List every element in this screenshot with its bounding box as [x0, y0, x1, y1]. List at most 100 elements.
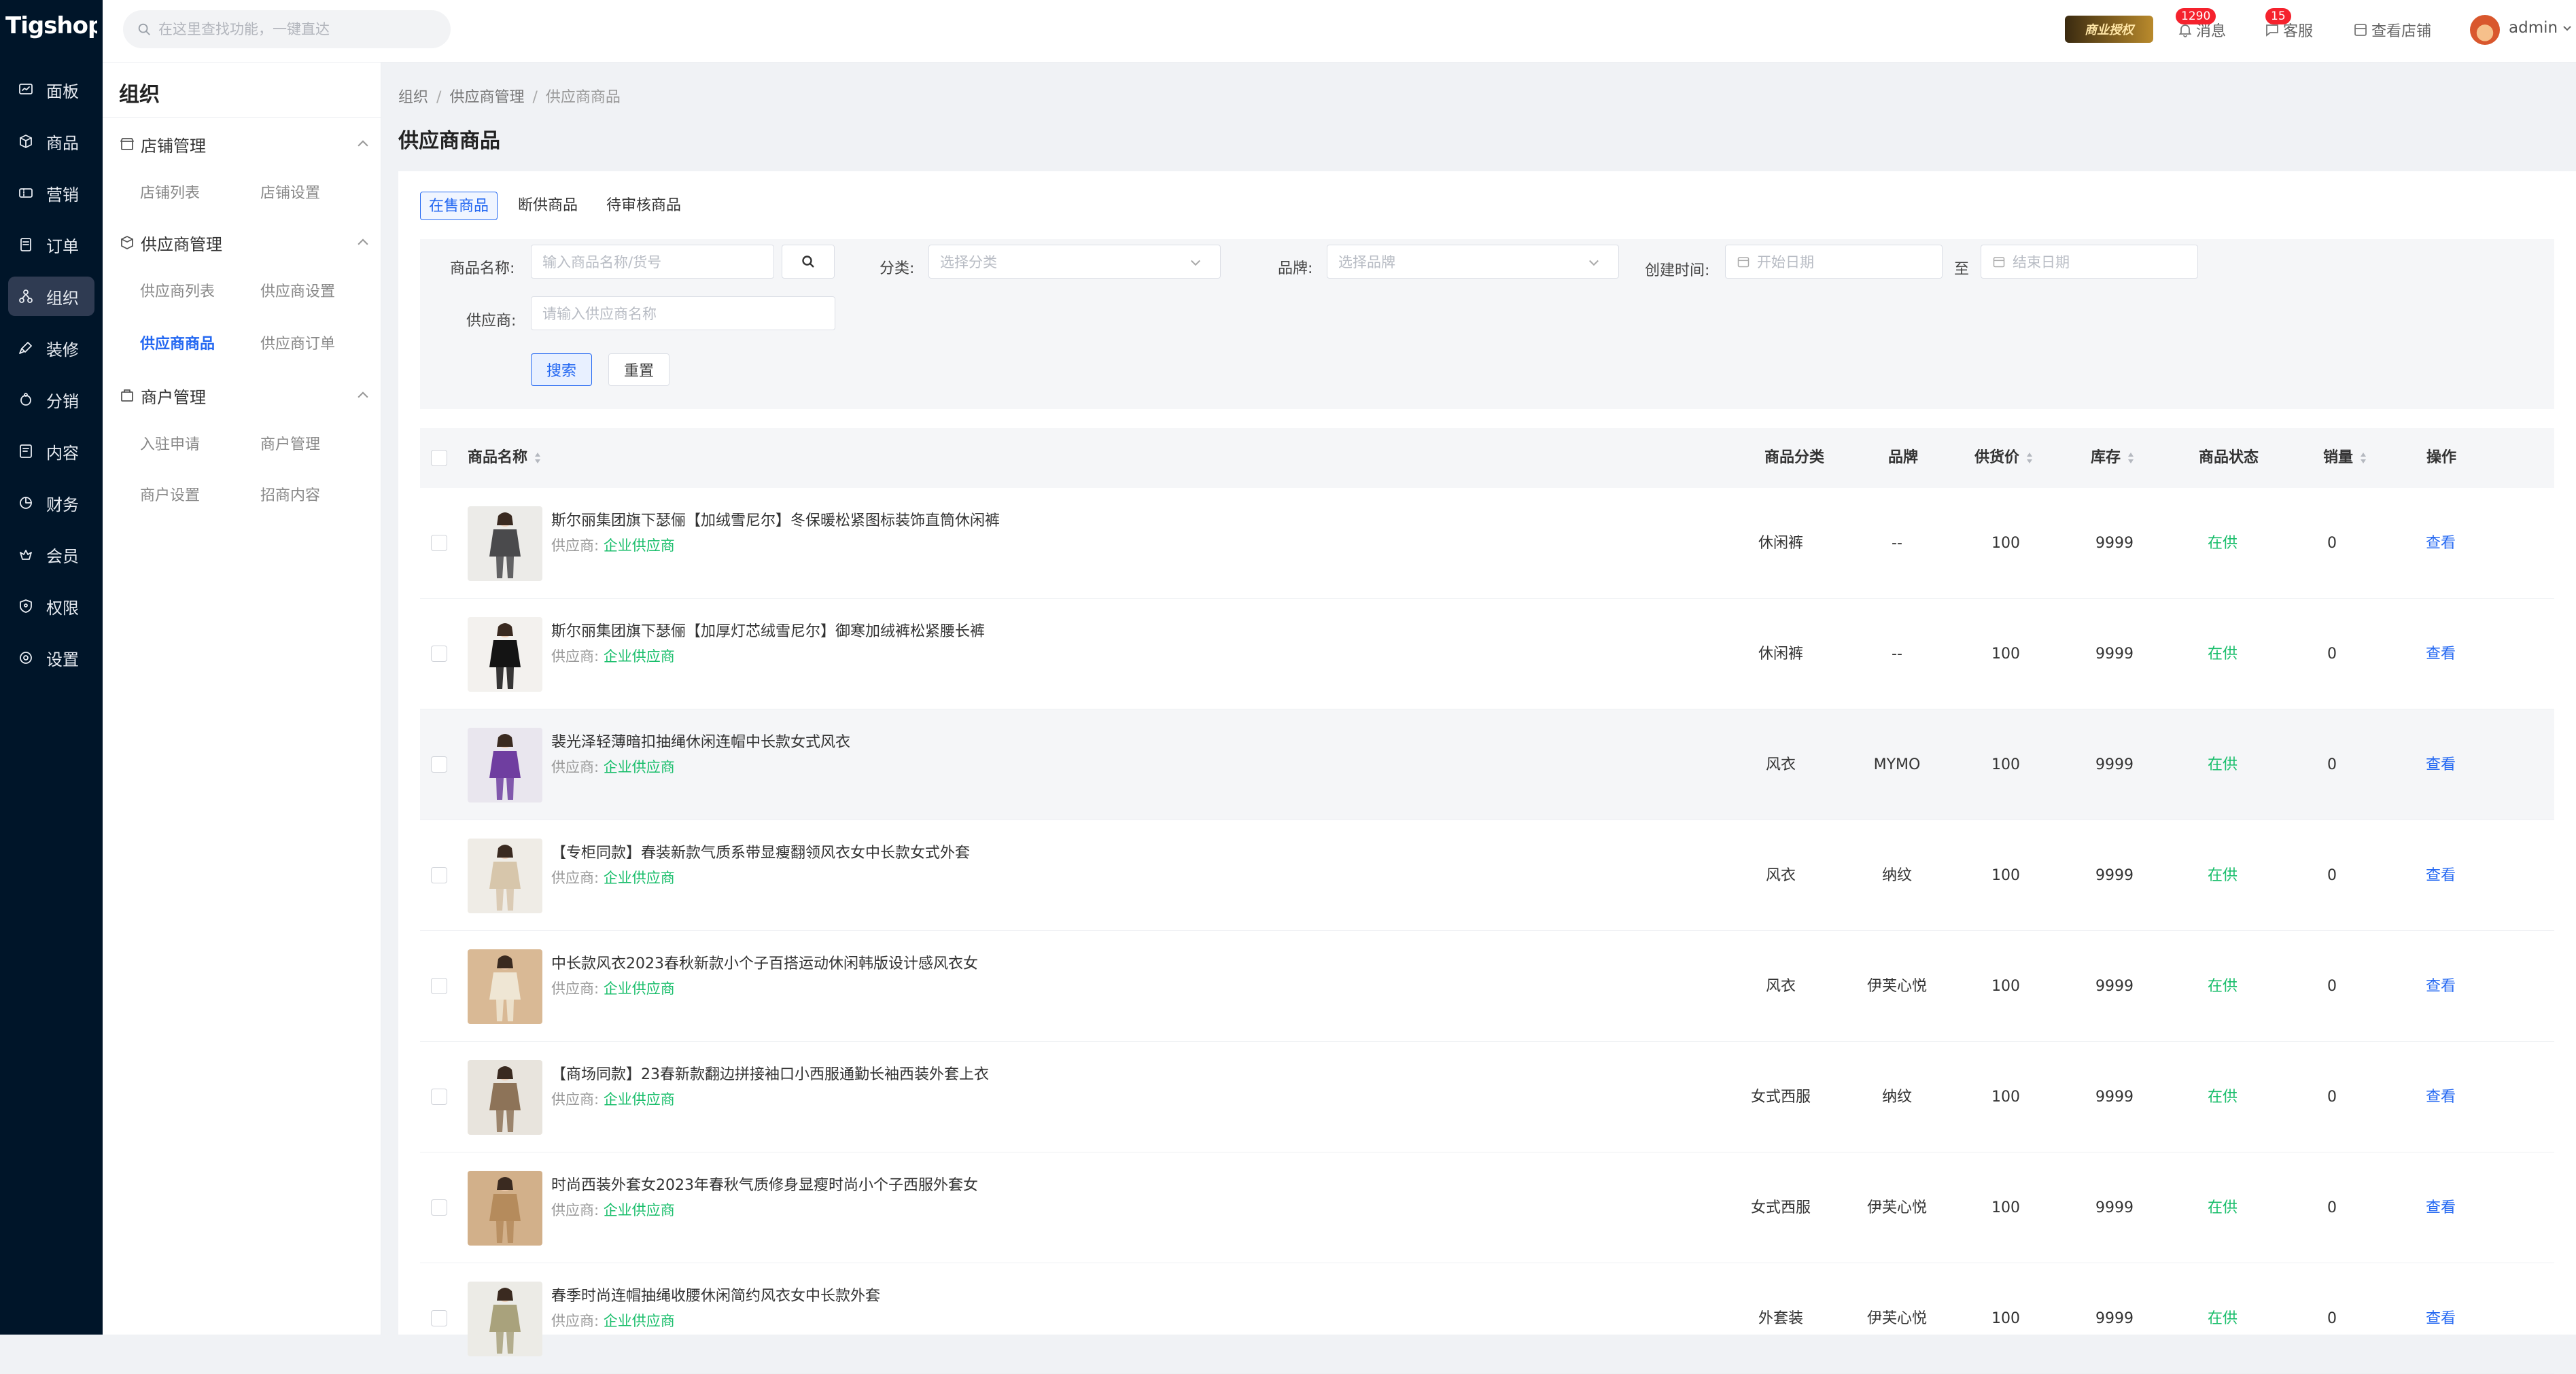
nav-item[interactable]: 内容: [8, 431, 94, 471]
cell-action[interactable]: 查看: [2386, 599, 2495, 709]
nav-item[interactable]: 财务: [8, 483, 94, 523]
breadcrumb-item[interactable]: 组织: [398, 89, 428, 106]
nav-item[interactable]: 分销: [8, 380, 94, 419]
product-name[interactable]: 【专柜同款】春装新款气质系带显瘦翻领风衣女中长款女式外套: [551, 841, 970, 862]
supplier-name[interactable]: 企业供应商: [604, 648, 675, 665]
nav-item[interactable]: 会员: [8, 535, 94, 574]
row-checkbox[interactable]: [431, 535, 447, 551]
cell-stock: 9999: [2095, 867, 2134, 884]
submenu-link[interactable]: 店铺设置: [260, 181, 320, 202]
row-checkbox[interactable]: [431, 646, 447, 662]
brand-select[interactable]: 选择品牌: [1327, 245, 1619, 279]
submenu-link[interactable]: 供应商订单: [260, 332, 335, 353]
user-menu[interactable]: admin: [2509, 19, 2573, 37]
product-name[interactable]: 春季时尚连帽抽绳收腰休闲简约风衣女中长款外套: [551, 1284, 880, 1305]
table-row: 斯尔丽集团旗下瑟俪【加绒雪尼尔】冬保暖松紧图标装饰直筒休闲裤供应商: 企业供应商…: [420, 488, 2554, 599]
breadcrumb-item[interactable]: 供应商管理: [449, 89, 524, 106]
cell-sales: 0: [2327, 756, 2337, 773]
submenu-link[interactable]: 供应商商品: [140, 332, 215, 353]
submenu-group-header[interactable]: 供应商管理: [119, 229, 370, 256]
product-name[interactable]: 时尚西装外套女2023年春秋气质修身显瘦时尚小个子西服外套女: [551, 1173, 978, 1195]
nav-item[interactable]: 面板: [8, 70, 94, 109]
product-name[interactable]: 斯尔丽集团旗下瑟俪【加绒雪尼尔】冬保暖松紧图标装饰直筒休闲裤: [551, 508, 1000, 530]
product-image[interactable]: [468, 506, 542, 581]
cell-action[interactable]: 查看: [2386, 820, 2495, 931]
select-all-checkbox[interactable]: [431, 450, 447, 466]
cell-sales: 0: [2327, 646, 2337, 663]
cell-action[interactable]: 查看: [2386, 931, 2495, 1042]
cell-price: 100: [1991, 867, 2020, 884]
row-checkbox[interactable]: [431, 756, 447, 773]
end-date-input[interactable]: 结束日期: [1981, 245, 2198, 279]
supplier-name[interactable]: 企业供应商: [604, 870, 675, 886]
global-search-input[interactable]: [158, 21, 444, 37]
supplier-input[interactable]: 请输入供应商名称: [531, 296, 835, 330]
nav-item[interactable]: 订单: [8, 225, 94, 264]
product-image[interactable]: [468, 1171, 542, 1246]
product-image[interactable]: [468, 1282, 542, 1356]
column-header-name[interactable]: 商品名称: [468, 428, 542, 488]
cell-action[interactable]: 查看: [2386, 1042, 2495, 1152]
column-header-stock[interactable]: 库存: [2091, 428, 2136, 488]
category-select[interactable]: 选择分类: [928, 245, 1221, 279]
start-date-input[interactable]: 开始日期: [1725, 245, 1943, 279]
cell-stock: 9999: [2095, 1310, 2134, 1327]
cell-action[interactable]: 查看: [2386, 1263, 2495, 1374]
supplier-prefix: 供应商:: [551, 538, 599, 554]
submenu-link[interactable]: 招商内容: [260, 483, 320, 505]
submenu-link[interactable]: 供应商设置: [260, 279, 335, 301]
nav-item[interactable]: 组织: [8, 277, 94, 316]
search-button[interactable]: 搜索: [531, 353, 593, 386]
supplier-name[interactable]: 企业供应商: [604, 1202, 675, 1218]
cell-action[interactable]: 查看: [2386, 488, 2495, 599]
column-header-price[interactable]: 供货价: [1974, 428, 2034, 488]
product-image[interactable]: [468, 949, 542, 1024]
product-image[interactable]: [468, 728, 542, 803]
category-label: 分类:: [880, 260, 915, 277]
submenu-link[interactable]: 商户设置: [140, 483, 200, 505]
tigshop-logo[interactable]: Tigshop: [5, 12, 97, 45]
column-header-sales[interactable]: 销量: [2323, 428, 2368, 488]
product-name[interactable]: 中长款风衣2023春秋新款小个子百搭运动休闲韩版设计感风衣女: [551, 951, 978, 973]
product-name[interactable]: 斯尔丽集团旗下瑟俪【加厚灯芯绒雪尼尔】御寒加绒裤松紧腰长裤: [551, 619, 985, 641]
row-checkbox[interactable]: [431, 867, 447, 883]
nav-item[interactable]: 设置: [8, 638, 94, 677]
submenu-link[interactable]: 店铺列表: [140, 181, 200, 202]
product-name-input[interactable]: 输入商品名称/货号: [531, 245, 774, 279]
row-checkbox[interactable]: [431, 1199, 447, 1216]
supplier-name[interactable]: 企业供应商: [604, 759, 675, 775]
supplier-name[interactable]: 企业供应商: [604, 1091, 675, 1108]
nav-item[interactable]: 营销: [8, 173, 94, 213]
submenu-group-header[interactable]: 店铺管理: [119, 130, 370, 158]
supplier-name[interactable]: 企业供应商: [604, 981, 675, 997]
row-checkbox[interactable]: [431, 1310, 447, 1326]
cell-action[interactable]: 查看: [2386, 1152, 2495, 1263]
status-tab[interactable]: 在售商品: [420, 192, 498, 220]
product-image[interactable]: [468, 839, 542, 913]
user-avatar[interactable]: [2470, 15, 2500, 45]
global-search[interactable]: [123, 10, 451, 48]
submenu-link[interactable]: 入驻申请: [140, 432, 200, 454]
nav-item[interactable]: 装修: [8, 328, 94, 368]
product-name[interactable]: 裴光泽轻薄暗扣抽绳休闲连帽中长款女式风衣: [551, 730, 850, 752]
product-name[interactable]: 【商场同款】23春新款翻边拼接袖口小西服通勤长袖西装外套上衣: [551, 1062, 989, 1084]
nav-item[interactable]: 权限: [8, 586, 94, 626]
submenu-link[interactable]: 商户管理: [260, 432, 320, 454]
supplier-prefix: 供应商:: [551, 1091, 599, 1108]
product-image[interactable]: [468, 1060, 542, 1135]
submenu-link[interactable]: 供应商列表: [140, 279, 215, 301]
supplier-name[interactable]: 企业供应商: [604, 1313, 675, 1329]
product-search-button[interactable]: [782, 245, 835, 279]
commercial-license-badge[interactable]: 商业授权: [2065, 16, 2153, 43]
submenu-group-header[interactable]: 商户管理: [119, 382, 370, 409]
reset-button[interactable]: 重置: [608, 353, 670, 386]
row-checkbox[interactable]: [431, 978, 447, 994]
product-image[interactable]: [468, 617, 542, 692]
cell-action[interactable]: 查看: [2386, 709, 2495, 820]
nav-item[interactable]: 商品: [8, 122, 94, 161]
status-tab[interactable]: 断供商品: [510, 192, 586, 220]
view-store-button[interactable]: 查看店铺: [2352, 19, 2431, 41]
status-tab[interactable]: 待审核商品: [598, 192, 689, 220]
supplier-name[interactable]: 企业供应商: [604, 538, 675, 554]
row-checkbox[interactable]: [431, 1089, 447, 1105]
